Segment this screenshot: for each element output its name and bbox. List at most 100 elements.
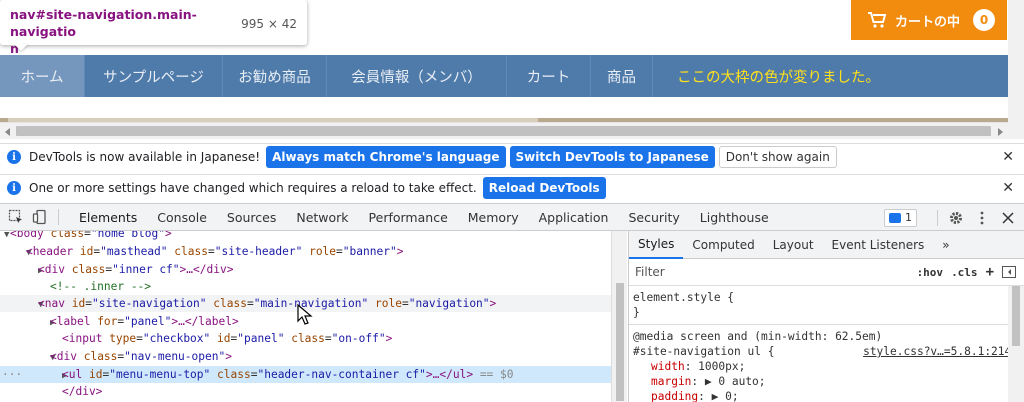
nav-item-sample-page[interactable]: サンプルページ bbox=[85, 55, 223, 97]
tab-application[interactable]: Application bbox=[529, 204, 619, 231]
selected-node-marker: == $0 bbox=[479, 368, 514, 381]
tag-name: div bbox=[56, 350, 77, 363]
scroll-right-icon[interactable] bbox=[998, 128, 1003, 136]
switch-japanese-button[interactable]: Switch DevTools to Japanese bbox=[509, 146, 715, 168]
attr-name: class bbox=[217, 368, 251, 381]
tag-name: label bbox=[56, 315, 91, 328]
new-rule-button[interactable]: + bbox=[986, 264, 994, 280]
tag-name: div bbox=[44, 263, 65, 276]
tab-memory[interactable]: Memory bbox=[458, 204, 529, 231]
css-prop-width[interactable]: width: 1000px; bbox=[633, 359, 1024, 374]
css-prop-padding[interactable]: padding: ▶ 0; bbox=[633, 389, 1024, 402]
tab-security[interactable]: Security bbox=[618, 204, 689, 231]
html-comment: <!-- .inner --> bbox=[50, 280, 152, 293]
attr-value: nav-menu-open bbox=[130, 350, 219, 363]
tab-computed[interactable]: Computed bbox=[683, 231, 763, 259]
nav-item-member-info[interactable]: 会員情報（メンバ） bbox=[327, 55, 507, 97]
prop-value: ▶ 0 auto; bbox=[704, 375, 766, 388]
close-devtools-icon[interactable] bbox=[1000, 210, 1016, 226]
dom-node-comment[interactable]: <!-- .inner --> bbox=[0, 278, 611, 295]
cart-label: カートの中 bbox=[895, 14, 961, 30]
styles-scrollbar[interactable] bbox=[1008, 286, 1024, 402]
mouse-cursor-icon bbox=[297, 304, 313, 325]
attr-name: type bbox=[109, 332, 137, 345]
filter-input[interactable]: Filter bbox=[635, 265, 665, 279]
device-toggle-icon[interactable] bbox=[32, 209, 48, 225]
attr-value: navigation bbox=[415, 297, 483, 310]
css-prop-margin[interactable]: margin: ▶ 0 auto; bbox=[633, 374, 1024, 389]
tab-elements[interactable]: Elements bbox=[69, 204, 147, 231]
cls-toggle[interactable]: .cls bbox=[951, 266, 978, 279]
attr-name: for bbox=[97, 315, 118, 328]
tab-event-listeners[interactable]: Event Listeners bbox=[823, 231, 934, 259]
issue-icon bbox=[889, 212, 901, 223]
tab-console[interactable]: Console bbox=[147, 204, 217, 231]
attr-value: home blog bbox=[97, 231, 159, 240]
cart-button[interactable]: カートの中 0 bbox=[851, 0, 1007, 40]
media-rule[interactable]: @media screen and (min-width: 62.5em) #s… bbox=[629, 329, 1024, 402]
hov-toggle[interactable]: :hov bbox=[917, 266, 944, 279]
dom-node-input[interactable]: <input type="checkbox" id="panel" class=… bbox=[0, 330, 611, 347]
dom-node-div-close[interactable]: </div> bbox=[0, 383, 611, 400]
tab-performance[interactable]: Performance bbox=[359, 204, 458, 231]
gear-icon[interactable] bbox=[948, 210, 964, 226]
elements-scrollbar[interactable] bbox=[611, 231, 627, 402]
tab-network[interactable]: Network bbox=[286, 204, 358, 231]
tag-name: nav bbox=[44, 297, 65, 310]
dom-node-div-inner[interactable]: ▶<div class="inner cf">…</div> bbox=[0, 261, 611, 278]
nav-item-home[interactable]: ホーム bbox=[0, 55, 85, 97]
tag-name: body bbox=[16, 231, 44, 240]
expand-triangle-icon[interactable]: ▼ bbox=[0, 297, 43, 314]
scroll-left-icon[interactable] bbox=[5, 128, 10, 136]
cart-icon bbox=[868, 12, 887, 28]
reload-devtools-button[interactable]: Reload DevTools bbox=[482, 177, 606, 199]
toggle-sidebar-icon[interactable] bbox=[1002, 266, 1016, 278]
tab-lighthouse[interactable]: Lighthouse bbox=[690, 204, 779, 231]
styles-scroll-thumb[interactable] bbox=[1012, 286, 1020, 346]
match-language-button[interactable]: Always match Chrome's language bbox=[266, 146, 506, 168]
expand-triangle-icon[interactable]: ▼ bbox=[0, 350, 55, 367]
attr-value: banner bbox=[349, 245, 390, 258]
elements-scroll-thumb[interactable] bbox=[616, 283, 624, 401]
page-vertical-scrollbar[interactable] bbox=[1008, 0, 1024, 139]
inspect-element-icon[interactable] bbox=[8, 209, 24, 225]
tab-styles[interactable]: Styles bbox=[629, 231, 684, 259]
nav-item-cart[interactable]: カート bbox=[507, 55, 591, 97]
info-icon: i bbox=[7, 181, 21, 195]
horizontal-scrollbar[interactable] bbox=[0, 122, 1008, 139]
attr-value: panel bbox=[244, 332, 278, 345]
element-style-rule[interactable]: element.style { } bbox=[629, 286, 1024, 320]
nav-notice: ここの大枠の色が変りました。 bbox=[677, 69, 880, 86]
tab-layout[interactable]: Layout bbox=[764, 231, 823, 259]
tooltip-selector: nav#site-navigation.main-navigatio n bbox=[10, 6, 238, 57]
toolbar-separator bbox=[58, 209, 59, 225]
info-icon: i bbox=[7, 150, 21, 164]
nav-item-products[interactable]: 商品 bbox=[591, 55, 653, 97]
infobar-reload: i One or more settings have changed whic… bbox=[0, 174, 1024, 201]
toolbar-separator bbox=[937, 209, 938, 226]
tag-name: input bbox=[68, 332, 103, 345]
cart-count-badge: 0 bbox=[973, 9, 995, 31]
close-icon[interactable]: ✕ bbox=[1002, 180, 1014, 196]
dont-show-again-button[interactable]: Don't show again bbox=[718, 146, 837, 168]
more-options-icon[interactable] bbox=[974, 210, 990, 226]
more-actions-icon[interactable]: ··· bbox=[2, 366, 22, 383]
dom-node-div-nav-menu[interactable]: ▼<div class="nav-menu-open"> bbox=[0, 348, 611, 365]
horizontal-scroll-thumb[interactable] bbox=[16, 126, 991, 136]
nav-item-recommended[interactable]: お勧め商品 bbox=[223, 55, 327, 97]
media-query: @media screen and (min-width: 62.5em) bbox=[633, 330, 883, 343]
attr-name: class bbox=[83, 350, 118, 363]
dom-node-ul-selected[interactable]: ··· ▶<ul id="menu-menu-top" class="header… bbox=[0, 366, 611, 383]
issues-counter[interactable]: 1 bbox=[884, 208, 917, 227]
infobar-language-message: DevTools is now available in Japanese! bbox=[29, 150, 261, 164]
tab-sources[interactable]: Sources bbox=[217, 204, 286, 231]
close-icon[interactable]: ✕ bbox=[1002, 149, 1014, 165]
collapsed-content: …</ul> bbox=[432, 368, 474, 381]
collapsed-content: …</label> bbox=[178, 315, 239, 328]
inspect-tooltip: nav#site-navigation.main-navigatio n 995 … bbox=[0, 0, 307, 56]
more-tabs-icon[interactable]: » bbox=[933, 231, 958, 259]
dom-node-body[interactable]: ▼<body class="home blog"> bbox=[0, 231, 611, 242]
source-link[interactable]: style.css?v…=5.8.1:2142 bbox=[863, 344, 1018, 359]
dom-node-header[interactable]: ▼<header id="masthead" class="site-heade… bbox=[0, 243, 611, 260]
expand-triangle-icon[interactable]: ▼ bbox=[0, 245, 31, 262]
